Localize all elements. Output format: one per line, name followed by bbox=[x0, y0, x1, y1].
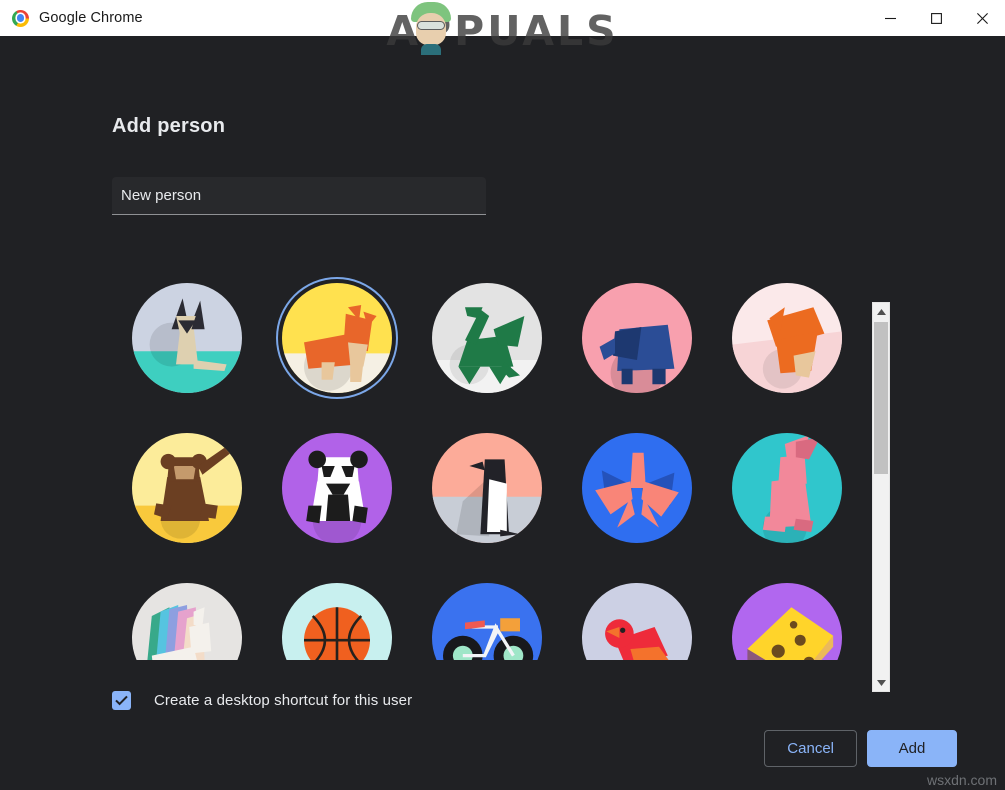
titlebar-left: Google Chrome bbox=[0, 9, 143, 27]
avatar-elephant-icon[interactable] bbox=[582, 283, 692, 393]
avatar-cell-monkey[interactable] bbox=[112, 413, 262, 563]
avatar-cell-bicycle[interactable] bbox=[412, 563, 562, 660]
avatar-picker bbox=[112, 263, 890, 692]
scrollbar-thumb[interactable] bbox=[874, 322, 888, 474]
scroll-up-icon[interactable] bbox=[873, 303, 889, 320]
avatar-cell-cat[interactable] bbox=[112, 263, 262, 413]
scrollbar-track[interactable] bbox=[873, 320, 889, 674]
avatar-cell-unicorn[interactable] bbox=[112, 563, 262, 660]
avatar-cell-dragon[interactable] bbox=[412, 263, 562, 413]
avatar-basketball-icon[interactable] bbox=[282, 583, 392, 660]
avatar-bicycle-icon[interactable] bbox=[432, 583, 542, 660]
avatar-cell-basketball[interactable] bbox=[262, 563, 412, 660]
page-title: Add person bbox=[112, 115, 226, 137]
maximize-icon[interactable] bbox=[913, 0, 959, 36]
avatar-cell-panda[interactable] bbox=[262, 413, 412, 563]
avatar-penguin-icon[interactable] bbox=[432, 433, 542, 543]
add-person-dialog: Add person New person Create a desktop s… bbox=[0, 36, 1005, 790]
avatar-fox-icon[interactable] bbox=[732, 283, 842, 393]
chrome-logo-icon bbox=[12, 9, 29, 27]
avatar-panda-icon[interactable] bbox=[282, 433, 392, 543]
person-name-input[interactable] bbox=[112, 177, 486, 215]
chrome-add-person-window: Google Chrome APPUALS Add person New per… bbox=[0, 0, 1005, 790]
avatar-cell-cheese[interactable] bbox=[712, 563, 862, 660]
avatar-cell-bird[interactable] bbox=[562, 563, 712, 660]
avatar-cat-icon[interactable] bbox=[132, 283, 242, 393]
checkmark-icon bbox=[115, 695, 128, 706]
avatar-monkey-icon[interactable] bbox=[132, 433, 242, 543]
window-titlebar: Google Chrome bbox=[0, 0, 1005, 36]
avatar-bird-icon[interactable] bbox=[582, 583, 692, 660]
window-controls bbox=[867, 0, 1005, 36]
avatar-rabbit-icon[interactable] bbox=[732, 433, 842, 543]
avatar-butterfly-icon[interactable] bbox=[582, 433, 692, 543]
dialog-actions: Cancel Add bbox=[764, 730, 957, 767]
avatar-cell-penguin[interactable] bbox=[412, 413, 562, 563]
avatar-cell-elephant[interactable] bbox=[562, 263, 712, 413]
avatar-unicorn-icon[interactable] bbox=[132, 583, 242, 660]
minimize-icon[interactable] bbox=[867, 0, 913, 36]
avatar-dragon-icon[interactable] bbox=[432, 283, 542, 393]
desktop-shortcut-row: Create a desktop shortcut for this user bbox=[112, 691, 412, 710]
avatar-scroll-area[interactable] bbox=[112, 263, 872, 660]
desktop-shortcut-checkbox[interactable] bbox=[112, 691, 131, 710]
avatar-scrollbar[interactable] bbox=[872, 302, 890, 692]
add-button[interactable]: Add bbox=[867, 730, 957, 767]
avatar-cell-dog[interactable] bbox=[262, 263, 412, 413]
avatar-grid bbox=[112, 263, 872, 660]
scroll-down-icon[interactable] bbox=[873, 674, 889, 691]
avatar-dog-icon[interactable] bbox=[282, 283, 392, 393]
window-title: Google Chrome bbox=[39, 10, 143, 26]
desktop-shortcut-label: Create a desktop shortcut for this user bbox=[154, 692, 413, 709]
avatar-cell-fox[interactable] bbox=[712, 263, 862, 413]
cancel-button[interactable]: Cancel bbox=[764, 730, 857, 767]
avatar-cell-butterfly[interactable] bbox=[562, 413, 712, 563]
avatar-cell-rabbit[interactable] bbox=[712, 413, 862, 563]
avatar-cheese-icon[interactable] bbox=[732, 583, 842, 660]
close-icon[interactable] bbox=[959, 0, 1005, 36]
